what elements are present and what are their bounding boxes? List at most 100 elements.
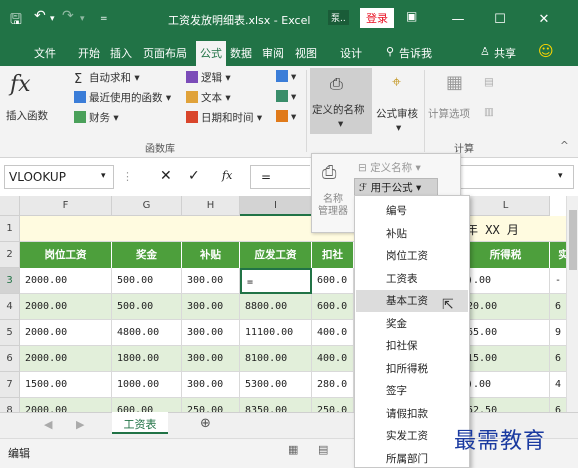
tab-page-layout[interactable]: 页面布局 — [143, 45, 187, 61]
logical-button[interactable]: 逻辑 ▾ — [186, 70, 231, 85]
table-cell[interactable]: 600.0 — [312, 268, 354, 294]
ribbon-display-icon[interactable]: ▣ — [406, 9, 417, 23]
row-header[interactable]: 7 — [0, 372, 20, 398]
table-cell[interactable]: 500.00 — [112, 294, 182, 320]
calc-options-button[interactable]: 计算选项 — [428, 106, 470, 121]
table-cell[interactable]: 2000.00 — [20, 294, 112, 320]
row-header[interactable]: 3 — [0, 268, 20, 294]
table-cell[interactable]: 5300.00 — [240, 372, 312, 398]
column-header[interactable]: G — [112, 196, 182, 216]
tab-review[interactable]: 审阅 — [262, 45, 284, 61]
column-header[interactable]: H — [182, 196, 240, 216]
tab-data[interactable]: 数据 — [230, 45, 252, 61]
table-cell[interactable]: 300.00 — [182, 372, 240, 398]
table-cell[interactable]: 400.0 — [312, 320, 354, 346]
undo-dropdown-icon[interactable]: ▾ — [50, 14, 55, 24]
save-icon[interactable]: 🖫 — [10, 9, 22, 33]
text-button[interactable]: 文本 ▾ — [186, 90, 231, 105]
table-cell[interactable]: 2000.00 — [20, 268, 112, 294]
redo-icon[interactable]: ↷ — [62, 8, 74, 24]
page-layout-icon[interactable]: ▤ — [318, 443, 328, 456]
table-cell[interactable]: 1800.00 — [112, 346, 182, 372]
lookup-button[interactable]: ▾ — [276, 70, 296, 83]
formula-input-tail[interactable]: ▾ — [460, 165, 574, 189]
sheet-tab-salary[interactable]: 工资表 — [112, 412, 168, 434]
active-cell[interactable]: = — [240, 268, 312, 294]
row-header[interactable]: 4 — [0, 294, 20, 320]
row-header[interactable]: 2 — [0, 242, 20, 268]
tab-file[interactable]: 文件 — [34, 45, 56, 61]
recent-functions-button[interactable]: 最近使用的函数 ▾ — [74, 90, 171, 105]
name-box[interactable]: VLOOKUP ▾ — [4, 165, 114, 189]
table-cell[interactable]: 300.00 — [182, 294, 240, 320]
next-sheet-icon[interactable]: ▶ — [76, 418, 84, 431]
more-functions-button[interactable]: ▾ — [276, 110, 296, 123]
enter-icon[interactable]: ✓ — [188, 168, 200, 184]
tab-formulas[interactable]: 公式 — [196, 41, 226, 66]
dropdown-item[interactable]: 岗位工资 — [356, 245, 468, 267]
cancel-icon[interactable]: ✕ — [160, 168, 172, 184]
table-cell[interactable]: 300.00 — [182, 320, 240, 346]
table-cell[interactable]: 20.00 — [462, 294, 550, 320]
autosum-button[interactable]: Σ 自动求和 ▾ — [74, 70, 140, 87]
dropdown-item[interactable]: 请假扣款 — [356, 403, 468, 425]
dropdown-item[interactable]: 编号 — [356, 200, 468, 222]
name-manager-button[interactable]: 名称 管理器 — [318, 194, 348, 218]
close-button[interactable]: ✕ — [526, 0, 562, 38]
dropdown-item[interactable]: 扣所得税 — [356, 358, 468, 380]
redo-dropdown-icon[interactable]: ▾ — [80, 14, 85, 24]
table-cell[interactable]: 600.0 — [312, 294, 354, 320]
use-in-formula-button[interactable]: ℱ 用于公式 ▾ — [354, 178, 438, 196]
dropdown-item[interactable]: 实发工资 — [356, 425, 468, 447]
normal-view-icon[interactable]: ▦ — [288, 443, 298, 456]
maximize-button[interactable]: ☐ — [482, 0, 518, 38]
tab-home[interactable]: 开始 — [78, 45, 100, 61]
scrollbar-thumb[interactable] — [569, 210, 577, 270]
tab-insert[interactable]: 插入 — [110, 45, 132, 61]
login-button[interactable]: 登录 — [360, 8, 394, 28]
undo-icon[interactable]: ↶ — [34, 8, 46, 24]
dropdown-item[interactable]: 基本工资 ⇱ — [356, 290, 468, 313]
dropdown-item[interactable]: 扣社保 — [356, 335, 468, 357]
tab-view[interactable]: 视图 — [295, 45, 317, 61]
table-cell[interactable]: ).00 — [462, 372, 550, 398]
select-all-corner[interactable] — [0, 196, 20, 216]
table-cell[interactable]: 8800.00 — [240, 294, 312, 320]
table-cell[interactable]: 8100.00 — [240, 346, 312, 372]
table-cell[interactable]: 300.00 — [182, 268, 240, 294]
table-cell[interactable]: 1000.00 — [112, 372, 182, 398]
smiley-icon[interactable]: ☺ — [538, 42, 554, 60]
share-button[interactable]: 共享 — [494, 45, 516, 61]
table-cell[interactable]: 11100.00 — [240, 320, 312, 346]
calc-sheet-icon[interactable]: ▥ — [484, 106, 494, 118]
vertical-scrollbar[interactable] — [566, 196, 578, 412]
table-cell[interactable]: 4800.00 — [112, 320, 182, 346]
insert-function-icon[interactable]: fx — [222, 169, 232, 182]
table-cell[interactable]: 2000.00 — [20, 320, 112, 346]
row-header[interactable]: 6 — [0, 346, 20, 372]
tab-design[interactable]: 设计 — [340, 45, 362, 61]
table-cell[interactable]: 500.00 — [112, 268, 182, 294]
financial-button[interactable]: 财务 ▾ — [74, 110, 119, 125]
defined-names-button[interactable]: ⎙ 定义的名称 ▾ — [310, 68, 372, 134]
row-header[interactable]: 5 — [0, 320, 20, 346]
fx-icon[interactable]: fx — [10, 72, 31, 97]
table-cell[interactable]: 2000.00 — [20, 346, 112, 372]
formula-audit-button[interactable]: 公式审核 — [376, 106, 418, 121]
calc-now-icon[interactable]: ▤ — [484, 76, 494, 88]
dropdown-item[interactable]: 工资表 — [356, 268, 468, 290]
minimize-button[interactable]: — — [440, 0, 476, 38]
collapse-ribbon-icon[interactable]: ^ — [560, 140, 569, 152]
table-cell[interactable]: 65.00 — [462, 320, 550, 346]
table-cell[interactable]: 15.00 — [462, 346, 550, 372]
prev-sheet-icon[interactable]: ◀ — [44, 418, 52, 431]
dropdown-item[interactable]: 补贴 — [356, 223, 468, 245]
insert-function-button[interactable]: 插入函数 — [6, 108, 48, 123]
table-cell[interactable]: 300.00 — [182, 346, 240, 372]
dropdown-item[interactable]: 所属部门 — [356, 448, 468, 468]
define-name-button[interactable]: ⊟ 定义名称 ▾ — [358, 160, 421, 175]
tell-me-input[interactable]: 告诉我 — [399, 45, 432, 61]
add-sheet-icon[interactable]: ⊕ — [200, 416, 211, 431]
column-header[interactable]: L — [462, 196, 550, 216]
dropdown-item[interactable]: 奖金 — [356, 313, 468, 335]
